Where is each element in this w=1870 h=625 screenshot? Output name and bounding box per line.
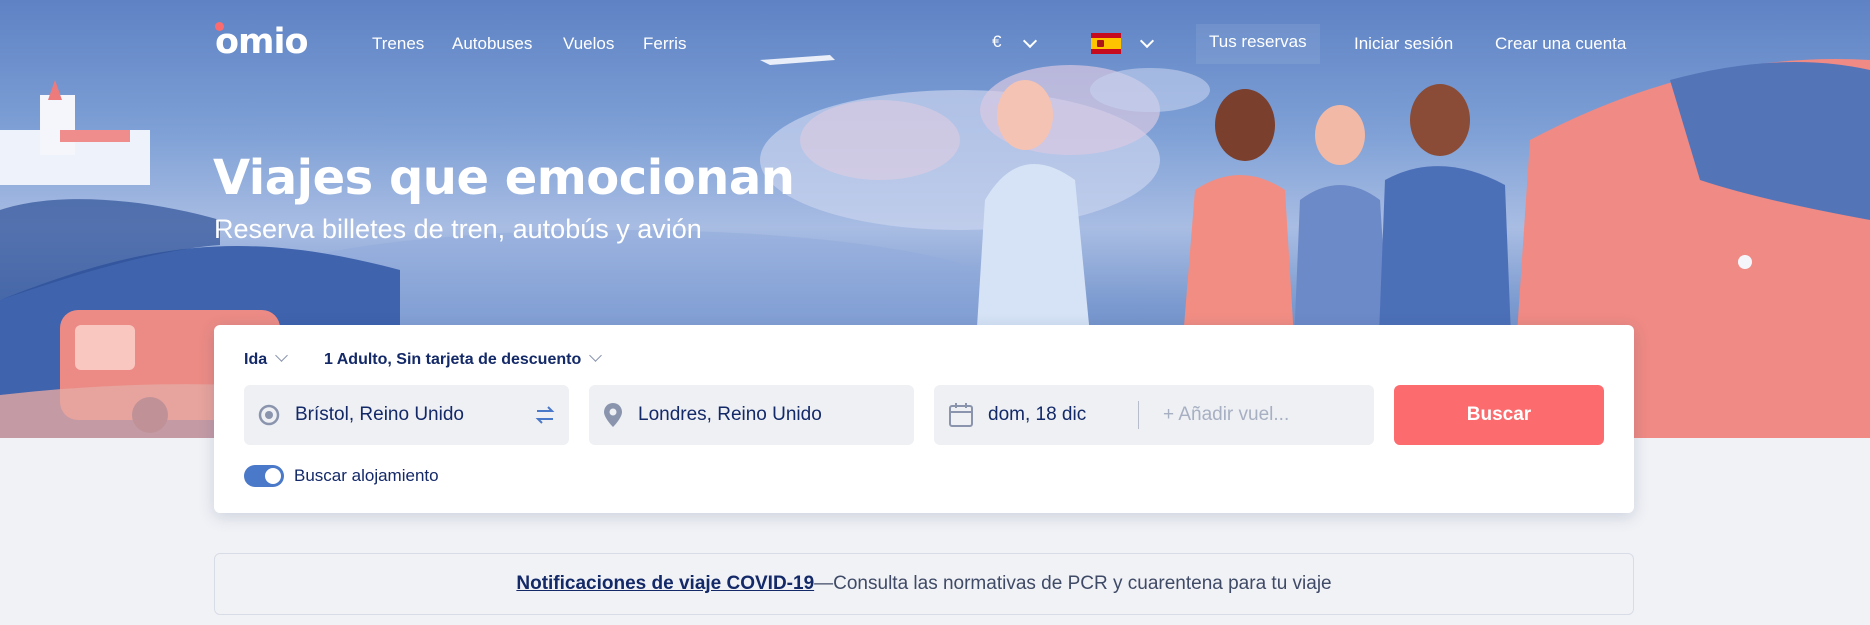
chevron-down-icon[interactable] [1022,33,1038,49]
flag-spain-icon[interactable] [1091,33,1121,54]
destination-field[interactable]: Londres, Reino Unido [589,385,914,445]
origin-value: Brístol, Reino Unido [295,404,464,425]
date-field[interactable]: dom, 18 dic + Añadir vuel... [934,385,1374,445]
origin-field[interactable]: Brístol, Reino Unido [244,385,569,445]
covid-notice-link[interactable]: Notificaciones de viaje COVID-19 [516,573,814,595]
accommodation-toggle[interactable] [244,465,284,487]
nav-tus-reservas[interactable]: Tus reservas [1196,24,1320,64]
calendar-icon [949,403,973,427]
origin-circle-icon [258,404,280,426]
chevron-down-icon [275,349,288,362]
currency-selector[interactable]: € [992,32,1001,52]
departure-date-value: dom, 18 dic [988,404,1087,425]
passengers-label: 1 Adulto, Sin tarjeta de descuento [324,351,582,368]
date-divider [1138,401,1139,429]
location-pin-icon [604,403,622,427]
destination-value: Londres, Reino Unido [638,404,822,425]
nav-link-ferris[interactable]: Ferris [643,32,686,56]
covid-notice: Notificaciones de viaje COVID-19 —Consult… [214,553,1634,615]
trip-type-label: Ida [244,351,268,368]
chevron-down-icon [589,349,603,362]
trip-type-selector[interactable]: Ida [244,349,288,369]
return-date-placeholder[interactable]: + Añadir vuel... [1163,404,1289,426]
logo-dot-icon [215,22,224,31]
nav-login[interactable]: Iniciar sesión [1354,32,1453,56]
accommodation-label: Buscar alojamiento [294,466,439,485]
swap-icon[interactable] [533,403,557,427]
passengers-selector[interactable]: 1 Adulto, Sin tarjeta de descuento [324,349,603,369]
nav-link-autobuses[interactable]: Autobuses [452,32,532,56]
nav-link-vuelos[interactable]: Vuelos [563,32,614,56]
search-button[interactable]: Buscar [1394,385,1604,445]
top-nav: omio Trenes Autobuses Vuelos Ferris € Tu… [0,0,1870,90]
nav-link-trenes[interactable]: Trenes [372,32,424,56]
nav-signup[interactable]: Crear una cuenta [1495,32,1626,56]
hero-title: Viajes que emocionan [213,150,795,206]
hero-subtitle: Reserva billetes de tren, autobús y avió… [214,214,702,244]
covid-notice-text: —Consulta las normativas de PCR y cuaren… [814,573,1332,594]
search-card: Ida 1 Adulto, Sin tarjeta de descuento B… [214,325,1634,513]
omio-logo[interactable]: omio [215,22,309,62]
chevron-down-icon[interactable] [1139,33,1155,49]
